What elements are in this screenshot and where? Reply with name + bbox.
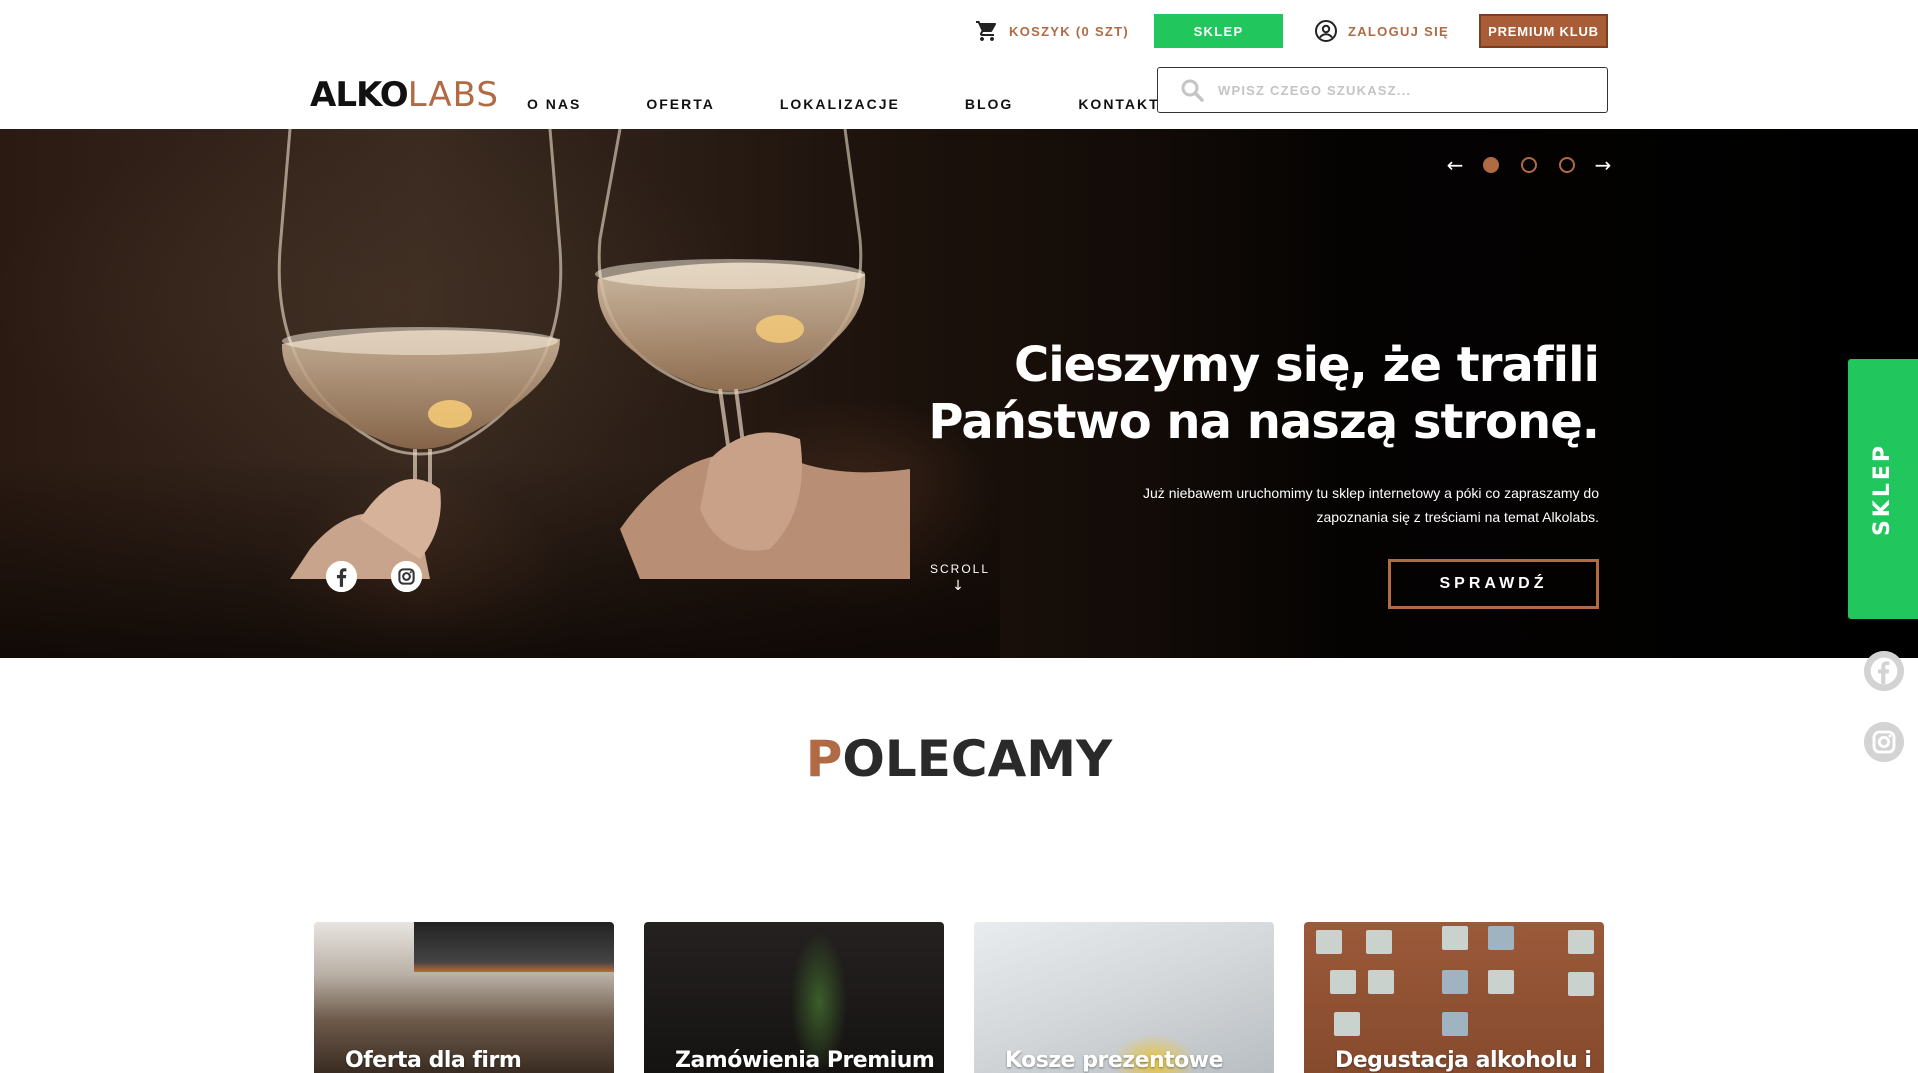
card-alcohol-tasting[interactable]: Degustacja alkoholu i (1304, 922, 1604, 1073)
card-title: Kosze prezentowe (1005, 1048, 1224, 1073)
hero-slider: ← → Cieszymy się, że trafili Państwo na … (0, 129, 1918, 658)
search-input[interactable] (1218, 82, 1578, 98)
site-header: KOSZYK (0 SZT) SKLEP ZALOGUJ SIĘ PREMIUM… (0, 0, 1918, 129)
card-image-decor (1442, 970, 1468, 994)
section-title: POLECAMY (0, 730, 1918, 788)
side-shop-tab[interactable]: SKLEP (1848, 359, 1918, 619)
section-title-first-letter: P (805, 730, 843, 788)
hero-facebook-link[interactable] (326, 561, 357, 592)
cart-link[interactable]: KOSZYK (0 SZT) (975, 20, 1129, 42)
main-nav: O NAS OFERTA LOKALIZACJE BLOG KONTAKT (527, 96, 1160, 112)
card-image-decor (1330, 970, 1356, 994)
card-title: Oferta dla firm (345, 1048, 522, 1073)
facebook-icon (326, 561, 357, 592)
nav-item-lokalizacje[interactable]: LOKALIZACJE (780, 96, 900, 112)
logo-bold-text: ALKO (310, 75, 409, 115)
login-label: ZALOGUJ SIĘ (1348, 23, 1449, 39)
card-image-decor (1334, 1012, 1360, 1036)
nav-item-blog[interactable]: BLOG (965, 96, 1013, 112)
card-image-decor (1568, 972, 1594, 996)
recommended-cards: Oferta dla firm Zamówienia Premium Kosze… (314, 922, 1604, 1073)
card-image-decor (1568, 930, 1594, 954)
card-image-decor (1316, 930, 1342, 954)
scroll-label: SCROLL (930, 562, 991, 576)
hero-text-line-1: Już niebawem uruchomimy tu sklep interne… (1143, 485, 1599, 501)
check-button[interactable]: SPRAWDŹ (1388, 559, 1599, 609)
user-circle-icon (1315, 20, 1337, 42)
side-facebook-link[interactable] (1864, 651, 1904, 691)
nav-item-oferta[interactable]: OFERTA (646, 96, 715, 112)
cart-label: KOSZYK (0 SZT) (1009, 23, 1130, 39)
arrow-right-icon[interactable]: → (1592, 155, 1614, 175)
side-shop-label: SKLEP (1870, 442, 1896, 536)
hero-description: Już niebawem uruchomimy tu sklep interne… (1039, 481, 1599, 529)
shop-button[interactable]: SKLEP (1154, 14, 1283, 48)
arrow-down-icon: ↓ (952, 578, 966, 594)
slide-dot-2[interactable] (1521, 157, 1537, 173)
hero-instagram-link[interactable] (391, 561, 422, 592)
wine-glass-right-image (595, 129, 910, 579)
card-image-decor (1366, 930, 1392, 954)
hero-title: Cieszymy się, że trafili Państwo na nasz… (899, 337, 1600, 451)
card-company-offer[interactable]: Oferta dla firm (314, 922, 614, 1073)
wine-glass-left-image (277, 129, 563, 579)
card-image-decor (1488, 926, 1514, 950)
card-image-decor (1368, 970, 1394, 994)
search-icon[interactable] (1180, 78, 1204, 102)
slide-dot-1[interactable] (1483, 157, 1499, 173)
card-image-decor (1442, 1012, 1468, 1036)
card-image-decor (1488, 970, 1514, 994)
card-image-decor (414, 922, 614, 972)
scroll-indicator[interactable]: SCROLL ↓ (930, 562, 988, 594)
logo[interactable]: ALKO LABS (310, 76, 499, 114)
logo-light-text: LABS (407, 75, 499, 115)
instagram-icon (391, 561, 422, 592)
nav-item-o-nas[interactable]: O NAS (527, 96, 581, 112)
slide-dot-3[interactable] (1559, 157, 1575, 173)
arrow-left-icon[interactable]: ← (1444, 155, 1466, 175)
card-premium-orders[interactable]: Zamówienia Premium (644, 922, 944, 1073)
login-link[interactable]: ZALOGUJ SIĘ (1314, 20, 1449, 42)
facebook-icon (1864, 651, 1904, 691)
hero-title-line-1: Cieszymy się, że trafili (1013, 337, 1600, 393)
card-gift-baskets[interactable]: Kosze prezentowe (974, 922, 1274, 1073)
premium-club-button[interactable]: PREMIUM KLUB (1479, 14, 1608, 48)
carousel-controls: ← → (1444, 155, 1614, 175)
hero-title-line-2: Państwo na naszą stronę. (928, 394, 1600, 450)
card-title: Degustacja alkoholu i (1335, 1048, 1592, 1073)
nav-item-kontakt[interactable]: KONTAKT (1078, 96, 1159, 112)
cart-icon (976, 21, 997, 41)
card-title: Zamówienia Premium (675, 1048, 935, 1073)
search-box (1157, 67, 1608, 113)
hero-text-line-2: zapoznania się z treściami na temat Alko… (1316, 509, 1599, 525)
section-title-rest: OLECAMY (842, 730, 1113, 788)
card-image-decor (1442, 926, 1468, 950)
